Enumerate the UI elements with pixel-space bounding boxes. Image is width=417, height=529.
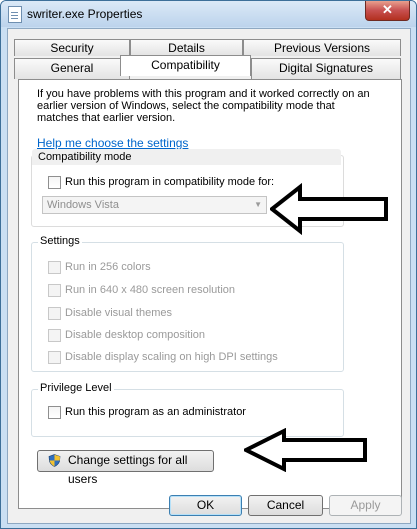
cancel-button[interactable]: Cancel — [248, 495, 323, 516]
tab-general[interactable]: General — [14, 58, 130, 79]
left-arrow-annotation-admin-icon — [244, 428, 367, 472]
tab-compatibility[interactable]: Compatibility — [120, 55, 251, 76]
tab-digital-signatures[interactable]: Digital Signatures — [251, 58, 401, 79]
intro-text: If you have problems with this program a… — [37, 88, 370, 124]
compatibility-panel: If you have problems with this program a… — [18, 79, 402, 509]
run-as-admin-label[interactable]: Run this program as an administrator — [65, 406, 246, 419]
settings-title: Settings — [38, 235, 82, 247]
setting-desktop-composition-label: Disable desktop composition — [65, 329, 206, 341]
setting-640x480-label: Run in 640 x 480 screen resolution — [65, 284, 235, 296]
properties-window: swriter.exe Properties ✕ Security Detail… — [0, 0, 417, 529]
tab-details[interactable]: Details — [130, 39, 243, 56]
setting-desktop-composition-checkbox — [48, 329, 61, 342]
privilege-level-title: Privilege Level — [38, 382, 114, 394]
change-settings-all-users-button[interactable]: Change settings for all users — [37, 450, 214, 486]
windows-version-select[interactable]: Windows Vista ▼ — [42, 196, 267, 214]
uac-shield-icon — [48, 454, 61, 467]
setting-dpi-scaling-label: Disable display scaling on high DPI sett… — [65, 351, 278, 363]
setting-256-colors-checkbox — [48, 261, 61, 274]
title-bar[interactable]: swriter.exe Properties ✕ — [1, 1, 416, 27]
compatibility-mode-title: Compatibility mode — [32, 149, 341, 165]
dialog-client: Security Details Previous Versions Gener… — [7, 28, 411, 524]
run-as-admin-checkbox[interactable] — [48, 406, 61, 419]
window-title: swriter.exe Properties — [27, 7, 143, 21]
ok-button[interactable]: OK — [169, 495, 242, 516]
chevron-down-icon: ▼ — [254, 200, 262, 209]
document-icon — [8, 6, 22, 23]
setting-dpi-scaling-checkbox — [48, 351, 61, 364]
settings-group: Settings Run in 256 colors Run in 640 x … — [31, 235, 344, 372]
change-settings-all-users-label: Change settings for all users — [68, 453, 188, 486]
left-arrow-annotation-compat-icon — [270, 183, 388, 235]
compatibility-mode-checkbox[interactable] — [48, 176, 61, 189]
help-link[interactable]: Help me choose the settings — [37, 136, 188, 150]
tab-previous-versions[interactable]: Previous Versions — [243, 39, 401, 56]
apply-button[interactable]: Apply — [329, 495, 402, 516]
compatibility-mode-label[interactable]: Run this program in compatibility mode f… — [65, 176, 274, 189]
setting-640x480-checkbox — [48, 284, 61, 297]
setting-visual-themes-checkbox — [48, 307, 61, 320]
setting-256-colors-label: Run in 256 colors — [65, 261, 151, 273]
windows-version-value: Windows Vista — [47, 199, 119, 211]
tab-security[interactable]: Security — [14, 39, 130, 56]
setting-visual-themes-label: Disable visual themes — [65, 307, 172, 319]
close-button[interactable]: ✕ — [365, 1, 410, 21]
